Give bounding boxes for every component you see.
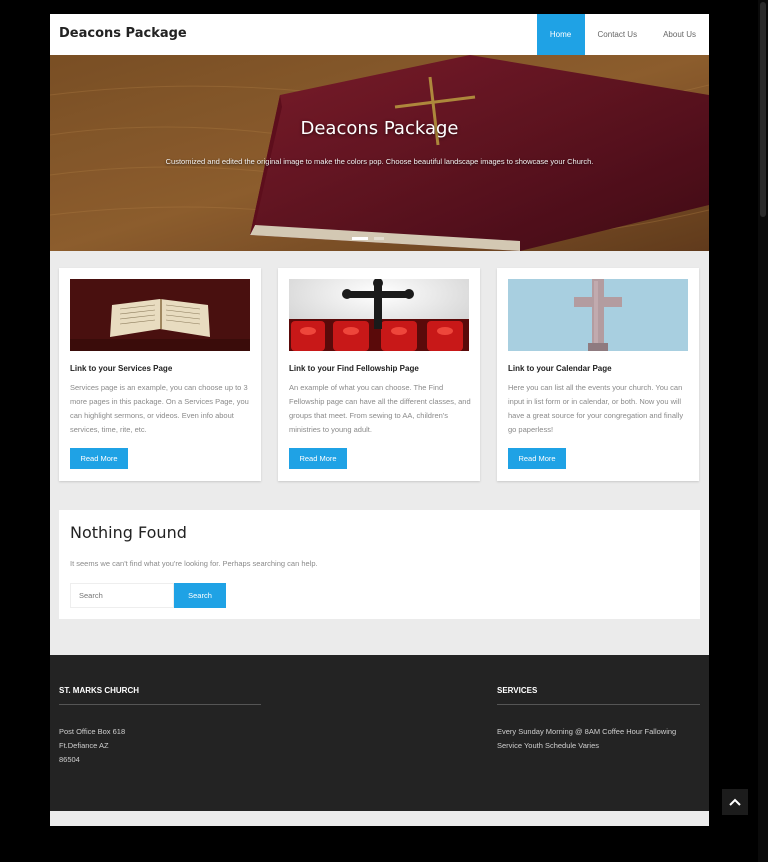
site-header: Deacons Package Home Contact Us About Us <box>50 14 709 55</box>
nothing-found-section: Nothing Found It seems we can't find wha… <box>59 510 700 619</box>
open-bible-image <box>70 279 250 351</box>
nav-home[interactable]: Home <box>536 14 585 55</box>
chevron-up-icon <box>729 798 741 806</box>
cross-candles-image <box>289 279 469 351</box>
card-text: An example of what you can choose. The F… <box>289 383 471 434</box>
site-footer: ST. MARKS CHURCH Post Office Box 618 Ft.… <box>50 655 709 811</box>
slider-dot-active[interactable] <box>352 237 368 240</box>
slider-dot[interactable] <box>374 237 384 240</box>
hero-bible-image <box>50 55 709 251</box>
nav-contact-us[interactable]: Contact Us <box>585 14 651 55</box>
read-more-button[interactable]: Read More <box>508 448 566 469</box>
main-nav: Home Contact Us About Us <box>536 14 709 55</box>
footer-address-line: 86504 <box>59 755 80 764</box>
footer-services-column: SERVICES Every Sunday Morning @ 8AM Coff… <box>497 686 700 753</box>
card-title[interactable]: Link to your Find Fellowship Page <box>289 364 419 373</box>
card-text: Services page is an example, you can cho… <box>70 383 249 434</box>
scroll-to-top-button[interactable] <box>722 789 748 815</box>
card-text: Here you can list all the events your ch… <box>508 383 684 434</box>
services-card: Link to your Services Page Services page… <box>59 268 261 481</box>
scrollbar-thumb[interactable] <box>760 2 766 217</box>
search-button[interactable]: Search <box>174 583 226 608</box>
footer-services-line: Service Youth Schedule Varies <box>497 741 600 750</box>
site-title[interactable]: Deacons Package <box>59 26 187 41</box>
nothing-found-text: It seems we can't find what you're looki… <box>70 559 318 568</box>
hero-slider: Deacons Package Customized and edited th… <box>50 55 709 251</box>
footer-address-line: Post Office Box 618 <box>59 727 126 736</box>
page-wrapper: Deacons Package Home Contact Us About Us <box>50 14 709 826</box>
card-title[interactable]: Link to your Calendar Page <box>508 364 612 373</box>
calendar-card: Link to your Calendar Page Here you can … <box>497 268 699 481</box>
card-title[interactable]: Link to your Services Page <box>70 364 172 373</box>
read-more-button[interactable]: Read More <box>289 448 347 469</box>
read-more-button[interactable]: Read More <box>70 448 128 469</box>
hero-subtitle: Customized and edited the original image… <box>165 157 594 166</box>
footer-services-heading: SERVICES <box>497 686 700 705</box>
footer-services-line: Every Sunday Morning @ 8AM Coffee Hour F… <box>497 727 677 736</box>
fellowship-card: Link to your Find Fellowship Page An exa… <box>278 268 480 481</box>
footer-church-heading: ST. MARKS CHURCH <box>59 686 261 705</box>
nothing-found-title: Nothing Found <box>70 523 187 542</box>
search-input[interactable] <box>70 583 174 608</box>
hero-title: Deacons Package <box>300 118 459 139</box>
footer-address-line: Ft.Defiance AZ <box>59 741 109 750</box>
footer-church-column: ST. MARKS CHURCH Post Office Box 618 Ft.… <box>59 686 261 767</box>
stone-cross-image <box>508 279 688 351</box>
nav-about-us[interactable]: About Us <box>650 14 709 55</box>
